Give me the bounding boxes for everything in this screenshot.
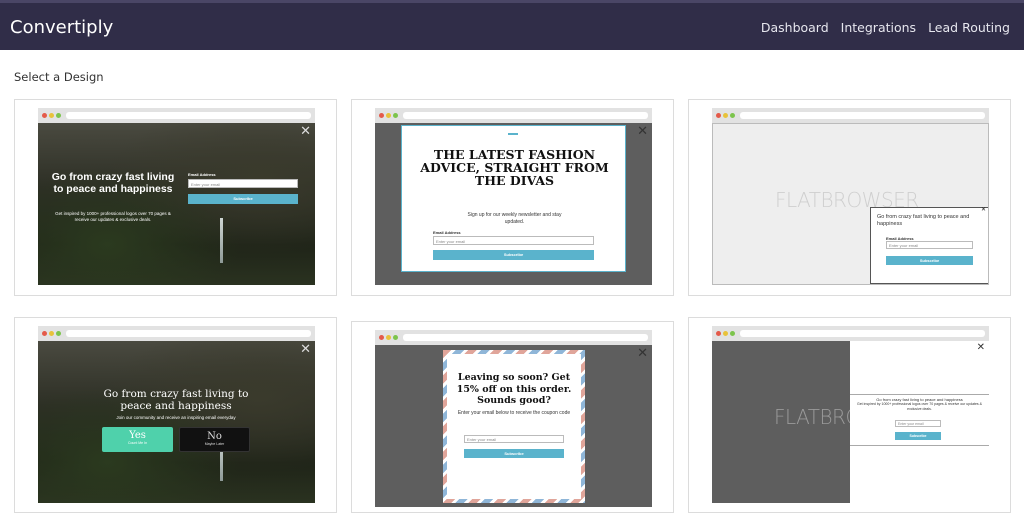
yes-sublabel: Count Me In [127, 441, 148, 445]
browser-mockup: ✕ Leaving so soon? Get 15% off on this o… [375, 330, 652, 507]
popup-heading: Go from crazy fast living to peace and h… [103, 388, 249, 412]
browser-chrome [712, 108, 989, 123]
url-bar [403, 334, 648, 341]
url-bar [66, 112, 311, 119]
url-bar [740, 112, 985, 119]
window-controls-icon [42, 331, 47, 336]
design-card-6[interactable]: FLATBROWSER ✕ Go from crazy fast living … [688, 317, 1011, 513]
subscribe-button: Subscribe [188, 194, 298, 204]
window-controls-icon [379, 113, 384, 118]
close-icon: ✕ [637, 124, 648, 139]
no-button: No Maybe Later [179, 427, 250, 452]
window-controls-icon [716, 331, 721, 336]
browser-chrome [38, 108, 315, 123]
window-controls-icon [393, 335, 398, 340]
popup-modal: ✕ Go from crazy fast living to peace and… [870, 207, 988, 284]
nav-links: Dashboard Integrations Lead Routing [761, 20, 1010, 35]
browser-mockup: FLATBROWSER ✕ Go from crazy fast living … [712, 326, 989, 503]
browser-mockup: ✕ THE LATEST FASHION ADVICE, STRAIGHT FR… [375, 108, 652, 285]
landscape-image [38, 123, 315, 285]
window-controls-icon [723, 113, 728, 118]
close-icon: ✕ [980, 207, 986, 213]
window-controls-icon [730, 331, 735, 336]
window-controls-icon [386, 335, 391, 340]
window-controls-icon [42, 113, 47, 118]
field-label: Email Address [188, 172, 216, 177]
url-bar [66, 330, 311, 337]
design-card-4[interactable]: ✕ Go from crazy fast living to peace and… [14, 317, 337, 513]
email-input: Enter your email [433, 236, 594, 245]
close-icon: ✕ [976, 342, 985, 353]
popup-heading: Go from crazy fast living to peace and h… [51, 171, 175, 195]
no-label: No [207, 431, 222, 442]
popup-body: Sign up for our weekly newsletter and st… [467, 212, 562, 225]
popup-modal: Go from crazy fast living to peace and h… [850, 394, 989, 446]
subscribe-button: Subscribe [433, 250, 594, 260]
nav-dashboard[interactable]: Dashboard [761, 20, 829, 35]
url-bar [403, 112, 648, 119]
email-input: Enter your email [188, 179, 298, 188]
field-label: Email Address [433, 230, 461, 235]
landscape-image [38, 341, 315, 503]
window-controls-icon [386, 113, 391, 118]
design-card-3[interactable]: FLATBROWSER ✕ Go from crazy fast living … [688, 99, 1011, 296]
close-icon: ✕ [300, 124, 311, 139]
window-controls-icon [730, 113, 735, 118]
browser-mockup: FLATBROWSER ✕ Go from crazy fast living … [712, 108, 989, 285]
window-controls-icon [723, 331, 728, 336]
top-navbar: Convertiply Dashboard Integrations Lead … [0, 0, 1024, 50]
email-input: Enter your email [895, 420, 941, 427]
waterfall [220, 218, 223, 263]
design-card-1[interactable]: ✕ Go from crazy fast living to peace and… [14, 99, 337, 296]
popup-body: Get inspired by 1000+ professional logos… [55, 211, 171, 222]
window-controls-icon [379, 335, 384, 340]
side-panel: ✕ Go from crazy fast living to peace and… [850, 341, 989, 503]
airmail-border: Leaving so soon? Get 15% off on this ord… [443, 350, 585, 503]
design-preview: FLATBROWSER ✕ Go from crazy fast living … [712, 123, 989, 285]
url-bar [740, 330, 985, 337]
design-preview: FLATBROWSER ✕ Go from crazy fast living … [712, 341, 989, 503]
browser-chrome [375, 108, 652, 123]
window-controls-icon [49, 113, 54, 118]
nav-lead-routing[interactable]: Lead Routing [928, 20, 1010, 35]
popup-heading: Leaving so soon? Get 15% off on this ord… [456, 372, 572, 406]
nav-integrations[interactable]: Integrations [841, 20, 916, 35]
no-sublabel: Maybe Later [204, 442, 225, 446]
window-controls-icon [56, 331, 61, 336]
browser-mockup: ✕ Go from crazy fast living to peace and… [38, 326, 315, 503]
design-preview: ✕ Go from crazy fast living to peace and… [38, 123, 315, 285]
yes-button: Yes Count Me In [102, 427, 173, 452]
subscribe-button: Subscribe [895, 432, 941, 440]
design-card-2[interactable]: ✕ THE LATEST FASHION ADVICE, STRAIGHT FR… [351, 99, 674, 296]
design-card-5[interactable]: ✕ Leaving so soon? Get 15% off on this o… [351, 321, 674, 513]
subscribe-button: Subscribe [886, 256, 973, 265]
design-preview: ✕ Leaving so soon? Get 15% off on this o… [375, 345, 652, 507]
browser-chrome [712, 326, 989, 341]
popup-modal: Leaving so soon? Get 15% off on this ord… [447, 354, 581, 499]
subscribe-button: Subscribe [464, 449, 564, 458]
window-controls-icon [49, 331, 54, 336]
close-icon: ✕ [637, 346, 648, 361]
popup-heading: THE LATEST FASHION ADVICE, STRAIGHT FROM… [420, 147, 609, 188]
popup-modal: THE LATEST FASHION ADVICE, STRAIGHT FROM… [401, 125, 626, 272]
browser-chrome [38, 326, 315, 341]
popup-body: Enter your email below to receive the co… [457, 410, 571, 416]
yes-label: Yes [129, 430, 146, 441]
brand-logo[interactable]: Convertiply [10, 17, 113, 38]
popup-body: Join our community and receive an inspir… [116, 415, 236, 420]
popup-body: Get inspired by 1000+ professional logos… [856, 402, 982, 411]
accent-dash [508, 133, 518, 135]
window-controls-icon [393, 113, 398, 118]
email-input: Enter your email [886, 241, 973, 249]
window-controls-icon [716, 113, 721, 118]
close-icon: ✕ [300, 342, 311, 357]
popup-heading: Go from crazy fast living to peace and h… [877, 214, 970, 227]
design-preview: ✕ THE LATEST FASHION ADVICE, STRAIGHT FR… [375, 123, 652, 285]
email-input: Enter your email [464, 435, 564, 443]
design-preview: ✕ Go from crazy fast living to peace and… [38, 341, 315, 503]
section-title: Select a Design [14, 70, 104, 84]
window-controls-icon [56, 113, 61, 118]
browser-chrome [375, 330, 652, 345]
browser-mockup: ✕ Go from crazy fast living to peace and… [38, 108, 315, 285]
